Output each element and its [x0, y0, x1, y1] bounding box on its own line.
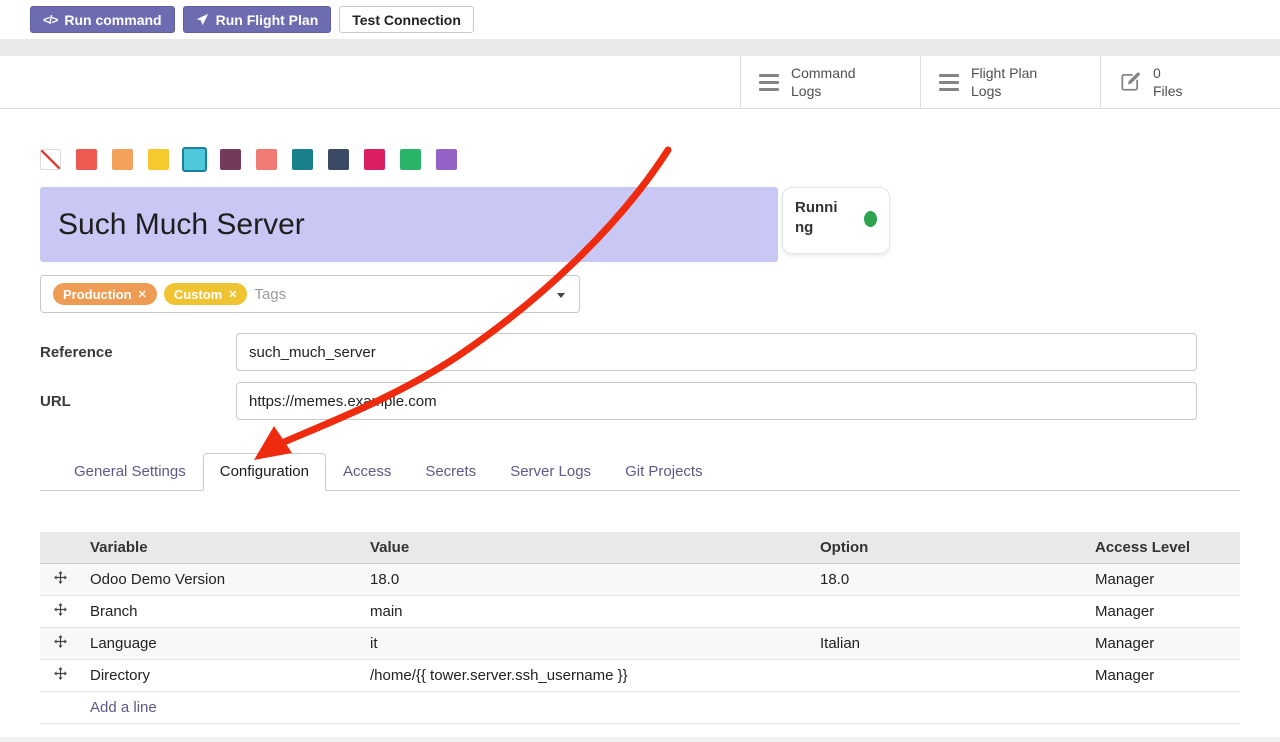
cell-access[interactable]: Manager [1085, 628, 1240, 660]
command-logs-label-line1: Command [791, 64, 856, 82]
cell-value[interactable]: 18.0 [360, 564, 810, 596]
color-swatch-fuchsia[interactable] [364, 149, 385, 170]
tag-production-label: Production [63, 287, 132, 302]
list-icon [759, 74, 779, 91]
color-swatch-cyan[interactable] [182, 147, 207, 172]
cell-option[interactable] [810, 660, 1085, 692]
color-swatch-green[interactable] [400, 149, 421, 170]
remove-tag-icon[interactable]: ✕ [228, 288, 237, 301]
record-title-field[interactable]: Such Much Server [40, 187, 778, 262]
command-logs-button[interactable]: Command Logs [740, 56, 920, 108]
cell-variable[interactable]: Odoo Demo Version [80, 564, 360, 596]
drag-handle-icon[interactable] [54, 571, 67, 584]
table-header-row: Variable Value Option Access Level [40, 532, 1240, 564]
record-title: Such Much Server [58, 208, 305, 242]
status-dot [864, 211, 877, 227]
action-toolbar: </> Run command Run Flight Plan Test Con… [0, 0, 1280, 39]
tab-git-projects[interactable]: Git Projects [608, 453, 720, 491]
color-swatch-navy[interactable] [328, 149, 349, 170]
cell-variable[interactable]: Directory [80, 660, 360, 692]
add-line-link[interactable]: Add a line [90, 699, 157, 716]
flight-plan-logs-label-line1: Flight Plan [971, 64, 1037, 82]
tag-production[interactable]: Production ✕ [53, 283, 157, 305]
flight-plan-logs-label-line2: Logs [971, 82, 1037, 100]
run-flight-plan-button[interactable]: Run Flight Plan [183, 6, 332, 33]
cell-option[interactable]: Italian [810, 628, 1085, 660]
cell-access[interactable]: Manager [1085, 660, 1240, 692]
code-icon: </> [43, 13, 57, 27]
paper-plane-icon [196, 13, 209, 26]
tag-custom[interactable]: Custom ✕ [164, 283, 248, 305]
run-command-button[interactable]: </> Run command [30, 6, 175, 33]
form-content: Such Much Server Running Production ✕ Cu… [0, 147, 1280, 724]
remove-tag-icon[interactable]: ✕ [138, 288, 147, 301]
color-swatch-none[interactable] [40, 149, 61, 170]
stat-button-bar: Command Logs Flight Plan Logs 0 Files [0, 56, 1280, 109]
cell-value[interactable]: main [360, 596, 810, 628]
flight-plan-logs-button[interactable]: Flight Plan Logs [920, 56, 1100, 108]
tab-general-settings[interactable]: General Settings [57, 453, 203, 491]
config-variables-table: Variable Value Option Access Level Odoo … [40, 532, 1240, 724]
tab-access[interactable]: Access [326, 453, 408, 491]
test-connection-label: Test Connection [352, 12, 461, 28]
color-swatch-dark-purple[interactable] [220, 149, 241, 170]
color-swatch-salmon[interactable] [256, 149, 277, 170]
list-icon [939, 74, 959, 91]
run-flight-plan-label: Run Flight Plan [216, 12, 319, 28]
color-swatch-yellow[interactable] [148, 149, 169, 170]
chevron-down-icon[interactable] [557, 293, 565, 298]
run-command-label: Run command [64, 12, 161, 28]
cell-variable[interactable]: Language [80, 628, 360, 660]
url-label: URL [40, 393, 236, 410]
files-button[interactable]: 0 Files [1100, 56, 1280, 108]
drag-handle-icon[interactable] [54, 667, 67, 680]
color-swatch-orange[interactable] [112, 149, 133, 170]
drag-handle-icon[interactable] [54, 635, 67, 648]
table-row[interactable]: Language it Italian Manager [40, 628, 1240, 660]
header-variable: Variable [80, 532, 360, 564]
cell-access[interactable]: Manager [1085, 596, 1240, 628]
status-card[interactable]: Running [782, 187, 890, 254]
color-swatch-teal[interactable] [292, 149, 313, 170]
add-line-row: Add a line [40, 692, 1240, 724]
reference-label: Reference [40, 344, 236, 361]
cell-variable[interactable]: Branch [80, 596, 360, 628]
header-access-level: Access Level [1085, 532, 1240, 564]
color-picker [40, 147, 1240, 172]
files-label: Files [1153, 82, 1183, 100]
tag-custom-label: Custom [174, 287, 222, 302]
header-option: Option [810, 532, 1085, 564]
header-value: Value [360, 532, 810, 564]
cell-value[interactable]: it [360, 628, 810, 660]
table-row[interactable]: Directory /home/{{ tower.server.ssh_user… [40, 660, 1240, 692]
edit-icon [1119, 71, 1141, 93]
cell-value[interactable]: /home/{{ tower.server.ssh_username }} [360, 660, 810, 692]
url-input[interactable] [236, 382, 1197, 420]
status-label: Running [795, 198, 843, 239]
command-logs-label-line2: Logs [791, 82, 856, 100]
tags-placeholder: Tags [254, 286, 286, 303]
notebook-tabs: General Settings Configuration Access Se… [40, 453, 1240, 491]
tags-field[interactable]: Production ✕ Custom ✕ Tags [40, 275, 580, 313]
cell-access[interactable]: Manager [1085, 564, 1240, 596]
tab-configuration[interactable]: Configuration [203, 453, 326, 491]
tab-server-logs[interactable]: Server Logs [493, 453, 608, 491]
tab-secrets[interactable]: Secrets [408, 453, 493, 491]
drag-handle-icon[interactable] [54, 603, 67, 616]
files-count: 0 [1153, 64, 1183, 82]
cell-option[interactable]: 18.0 [810, 564, 1085, 596]
color-swatch-purple[interactable] [436, 149, 457, 170]
separator-strip [0, 39, 1280, 56]
reference-input[interactable] [236, 333, 1197, 371]
test-connection-button[interactable]: Test Connection [339, 6, 474, 33]
table-row[interactable]: Odoo Demo Version 18.0 18.0 Manager [40, 564, 1240, 596]
table-row[interactable]: Branch main Manager [40, 596, 1240, 628]
bottom-strip [0, 737, 1280, 742]
cell-option[interactable] [810, 596, 1085, 628]
color-swatch-red[interactable] [76, 149, 97, 170]
